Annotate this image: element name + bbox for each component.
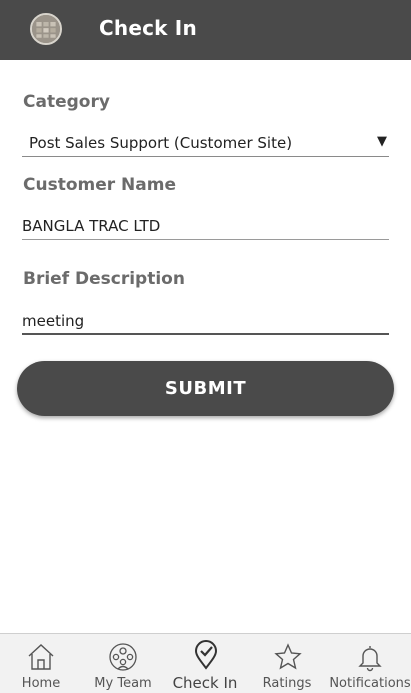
- nav-item-notifications[interactable]: Notifications: [328, 634, 411, 693]
- customer-name-field[interactable]: BANGLA TRAC LTD: [22, 214, 389, 240]
- nav-label-my-team: My Team: [94, 676, 152, 691]
- nav-item-ratings[interactable]: Ratings: [246, 634, 328, 693]
- page-title: Check In: [99, 16, 197, 40]
- nav-item-home[interactable]: Home: [0, 634, 82, 693]
- category-value: Post Sales Support (Customer Site): [29, 134, 293, 152]
- nav-label-notifications: Notifications: [329, 676, 411, 691]
- nav-item-check-in[interactable]: Check In: [164, 634, 246, 693]
- user-avatar-icon[interactable]: [30, 13, 62, 45]
- nav-item-my-team[interactable]: My Team: [82, 634, 164, 693]
- home-icon: [26, 642, 56, 672]
- category-select[interactable]: Post Sales Support (Customer Site) ▼: [22, 132, 389, 157]
- nav-label-home: Home: [21, 676, 61, 691]
- nav-label-check-in: Check In: [172, 674, 238, 692]
- nav-label-ratings: Ratings: [262, 676, 312, 691]
- brief-description-field[interactable]: meeting: [22, 309, 389, 335]
- star-icon: [273, 642, 303, 672]
- submit-button[interactable]: SUBMIT: [17, 361, 394, 416]
- dropdown-caret-icon[interactable]: ▼: [377, 134, 387, 149]
- bell-icon: [355, 642, 385, 672]
- brief-description-label: Brief Description: [23, 269, 185, 289]
- bottom-nav: Home My Team Check In Ratings Notificati…: [0, 633, 411, 693]
- team-icon: [108, 642, 138, 672]
- category-label: Category: [23, 92, 110, 112]
- customer-name-label: Customer Name: [23, 175, 176, 195]
- check-in-location-icon: [191, 640, 221, 670]
- app-bar: Check In: [0, 0, 411, 60]
